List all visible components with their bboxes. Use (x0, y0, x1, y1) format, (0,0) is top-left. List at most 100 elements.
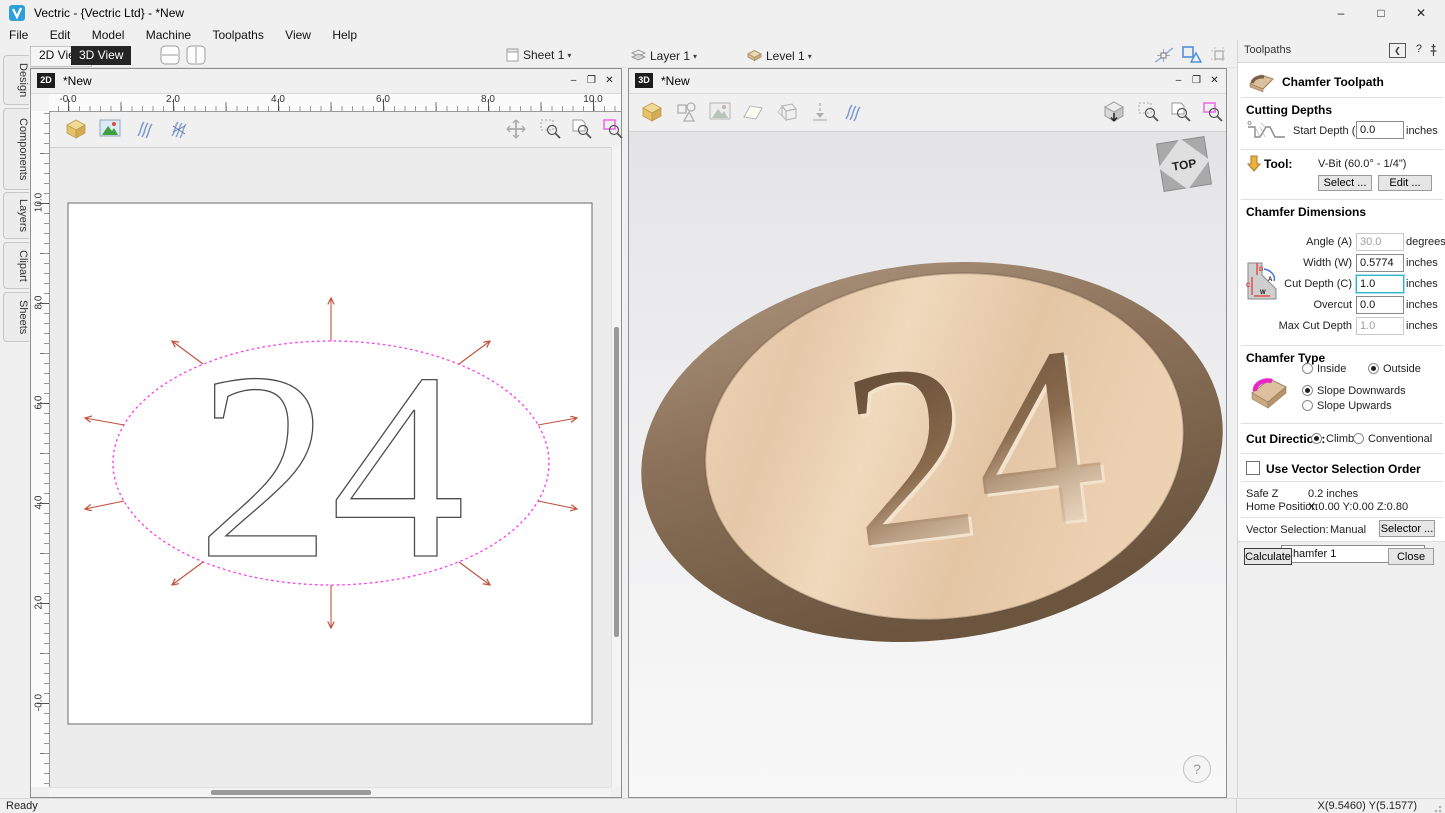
sidebar-tab-clipart[interactable]: Clipart (3, 242, 29, 289)
image-icon[interactable] (99, 119, 121, 138)
zoom-fit-page-icon[interactable] (570, 117, 594, 141)
chamfer-outside-option[interactable]: Outside (1368, 363, 1421, 375)
zoom-rectangle-icon[interactable] (1201, 100, 1225, 124)
start-depth-input[interactable] (1356, 121, 1404, 139)
wireframe-cube-icon[interactable] (775, 100, 799, 124)
menu-file[interactable]: File (0, 26, 37, 44)
iso-view-icon[interactable] (1101, 99, 1127, 125)
chamfer-dimensions-heading: Chamfer Dimensions (1246, 205, 1366, 219)
left-tab-strip: Design Components Layers Clipart Sheets (0, 44, 30, 798)
overcut-input[interactable] (1356, 296, 1404, 314)
canvas-2d[interactable] (49, 147, 611, 787)
zoom-fit-page-icon[interactable] (1169, 100, 1193, 124)
tab-3d-view[interactable]: 3D View (71, 46, 131, 65)
resize-grip[interactable] (1434, 803, 1444, 813)
view-cube[interactable]: TOP (1151, 131, 1221, 203)
radio-inside[interactable] (1302, 363, 1313, 374)
radio-outside[interactable] (1368, 363, 1379, 374)
snap-grid-icon[interactable] (1207, 44, 1231, 66)
scrollbar-horizontal-thumb[interactable] (211, 790, 371, 795)
scrollbar-vertical-2d[interactable] (611, 147, 621, 787)
vector-order-checkbox[interactable] (1246, 461, 1260, 475)
ruler-vertical: 10.0 8.0 6.0 4.0 2.0 -0.0 (31, 111, 50, 787)
climb-option[interactable]: Climb (1311, 433, 1354, 445)
home-position-value: X:0.00 Y:0.00 Z:0.80 (1308, 501, 1408, 513)
toolpath-drawing-icon[interactable] (167, 118, 191, 140)
safe-z-label: Safe Z (1246, 488, 1278, 500)
zoom-rectangle-icon[interactable] (601, 117, 625, 141)
window-3d-minimize-button[interactable]: – (1171, 73, 1186, 88)
scrollbar-horizontal-2d[interactable] (49, 787, 611, 797)
toolpaths-panel-header: Toolpaths ❮ ? (1238, 40, 1445, 62)
material-block-icon[interactable] (65, 118, 87, 140)
cursor-position: X(9.5460) Y(5.1577) (1318, 800, 1417, 812)
window-minimize-button[interactable]: – (1321, 0, 1361, 26)
pin-icon[interactable] (1428, 43, 1439, 57)
window-maximize-button[interactable]: □ (1361, 0, 1401, 26)
split-horizontal-icon[interactable] (160, 45, 181, 66)
window-3d-close-button[interactable]: ✕ (1207, 73, 1222, 88)
cutting-depths-heading: Cutting Depths (1246, 103, 1332, 117)
menu-view[interactable]: View (276, 26, 320, 44)
tool-select-button[interactable]: Select ... (1318, 175, 1372, 191)
width-units: inches (1406, 257, 1438, 269)
chamfer-inside-option[interactable]: Inside (1302, 363, 1346, 375)
pan-icon[interactable] (504, 117, 528, 141)
material-plane-icon[interactable] (741, 102, 765, 122)
window-3d-view: 24 24 (628, 68, 1227, 798)
radio-conventional[interactable] (1353, 433, 1364, 444)
window-close-button[interactable]: ✕ (1401, 0, 1441, 26)
split-vertical-icon[interactable] (186, 45, 207, 66)
radio-slope-downwards[interactable] (1302, 385, 1313, 396)
selector-button[interactable]: Selector ... (1379, 520, 1435, 537)
canvas-3d[interactable] (629, 131, 1226, 797)
sidebar-tab-design[interactable]: Design (3, 55, 29, 105)
collapse-panel-icon[interactable]: ❮ (1389, 43, 1406, 58)
panel-help-icon[interactable]: ? (1416, 43, 1422, 55)
sidebar-tab-layers[interactable]: Layers (3, 192, 29, 239)
draw-vectors-icon[interactable] (675, 101, 699, 123)
close-button[interactable]: Close (1388, 548, 1434, 565)
sheet-selector[interactable]: Sheet 1▾ (506, 48, 571, 62)
angle-input (1356, 233, 1404, 251)
width-input[interactable] (1356, 254, 1404, 272)
slope-downwards-option[interactable]: Slope Downwards (1302, 385, 1406, 397)
material-block-icon[interactable] (641, 101, 663, 123)
menu-edit[interactable]: Edit (41, 26, 80, 44)
svg-text:C: C (1246, 283, 1251, 289)
slope-upwards-option[interactable]: Slope Upwards (1302, 400, 1392, 412)
smart-snap-icon[interactable] (1180, 44, 1204, 66)
calculate-button[interactable]: Calculate (1244, 548, 1292, 565)
toolbar-3d (629, 93, 1226, 132)
chamfer-type-icon (1246, 369, 1292, 413)
window-2d-maximize-button[interactable]: ❐ (584, 73, 599, 88)
zoom-selection-icon[interactable] (539, 117, 563, 141)
use-vector-selection-order[interactable]: Use Vector Selection Order (1246, 461, 1421, 476)
sidebar-tab-sheets[interactable]: Sheets (3, 292, 29, 342)
layer-selector[interactable]: Layer 1▾ (630, 48, 697, 63)
menu-help[interactable]: Help (323, 26, 366, 44)
menu-toolpaths[interactable]: Toolpaths (203, 26, 272, 44)
tool-edit-button[interactable]: Edit ... (1378, 175, 1432, 191)
radio-climb[interactable] (1311, 433, 1322, 444)
zoom-selection-icon[interactable] (1137, 100, 1161, 124)
conventional-option[interactable]: Conventional (1353, 433, 1432, 445)
image-icon[interactable] (709, 102, 731, 121)
window-3d-maximize-button[interactable]: ❐ (1189, 73, 1204, 88)
snap-geometry-icon[interactable] (1152, 44, 1176, 66)
menu-machine[interactable]: Machine (137, 26, 200, 44)
app-logo-icon (9, 5, 25, 21)
sidebar-tab-components[interactable]: Components (3, 108, 29, 190)
radio-slope-upwards[interactable] (1302, 400, 1313, 411)
menu-model[interactable]: Model (83, 26, 134, 44)
cut-depth-input[interactable] (1356, 275, 1404, 293)
window-2d-minimize-button[interactable]: – (566, 73, 581, 88)
scrollbar-vertical-thumb[interactable] (614, 327, 619, 637)
level-selector[interactable]: Level 1▾ (746, 48, 812, 63)
window-2d-close-button[interactable]: ✕ (602, 73, 617, 88)
help-button[interactable]: ? (1183, 755, 1211, 783)
badge-3d: 3D (635, 73, 653, 88)
toolpath-preview-icon[interactable] (841, 101, 865, 123)
drill-z-icon[interactable] (809, 101, 831, 123)
toolpath-preview-icon[interactable] (133, 118, 157, 140)
